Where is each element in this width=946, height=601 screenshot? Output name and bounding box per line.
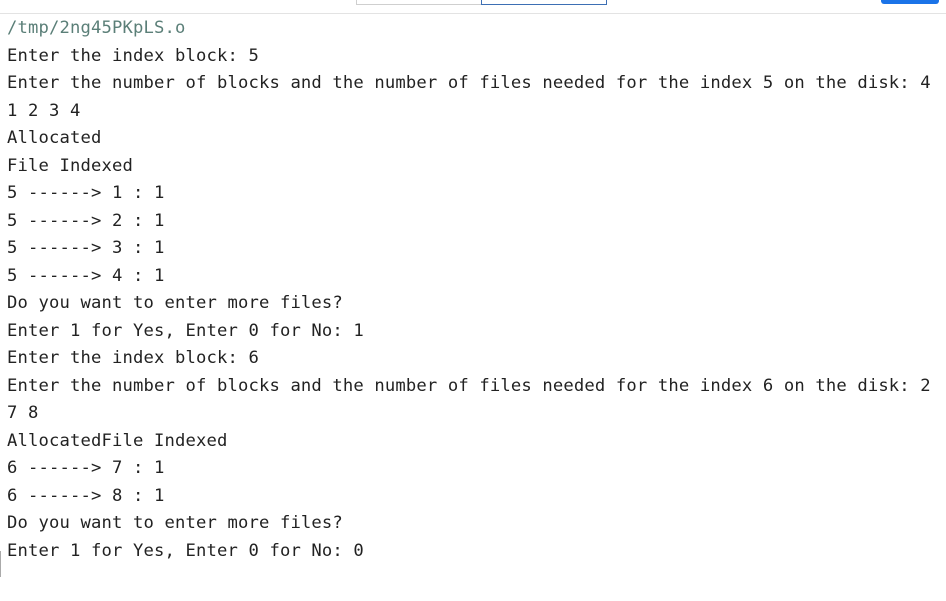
output-line: 5 ------> 1 : 1 [7,183,165,203]
output-line: 1 2 3 4 [7,100,81,121]
output-line: Allocated [7,128,102,148]
output-line: AllocatedFile Indexed [7,430,228,451]
toolbar-field[interactable] [356,0,482,5]
output-line: 7 8 [7,403,39,423]
output-line: Enter the index block: 6 [7,348,259,368]
text-cursor [0,551,1,577]
output-line: Enter the number of blocks and the numbe… [7,375,931,396]
output-line: 5 ------> 2 : 1 [7,210,165,231]
top-toolbar-strip [0,0,946,14]
output-line: Enter the number of blocks and the numbe… [7,73,931,93]
terminal-output[interactable]: /tmp/2ng45PKpLS.o Enter the index block:… [7,15,946,601]
output-line: Do you want to enter more files? [7,293,343,313]
output-line: Do you want to enter more files? [7,513,343,533]
output-line: 6 ------> 8 : 1 [7,485,165,506]
output-line: Enter the index block: 5 [7,45,259,66]
output-line: File Indexed [7,155,133,176]
output-line: 6 ------> 7 : 1 [7,458,165,478]
output-line: 5 ------> 4 : 1 [7,265,165,286]
toolbar-field-active[interactable] [481,0,607,5]
output-line: Enter 1 for Yes, Enter 0 for No: 1 [7,320,364,341]
output-line: Enter 1 for Yes, Enter 0 for No: 0 [7,540,364,561]
output-line: 5 ------> 3 : 1 [7,238,165,258]
toolbar-button[interactable] [881,0,939,4]
output-line-path: /tmp/2ng45PKpLS.o [7,18,186,38]
